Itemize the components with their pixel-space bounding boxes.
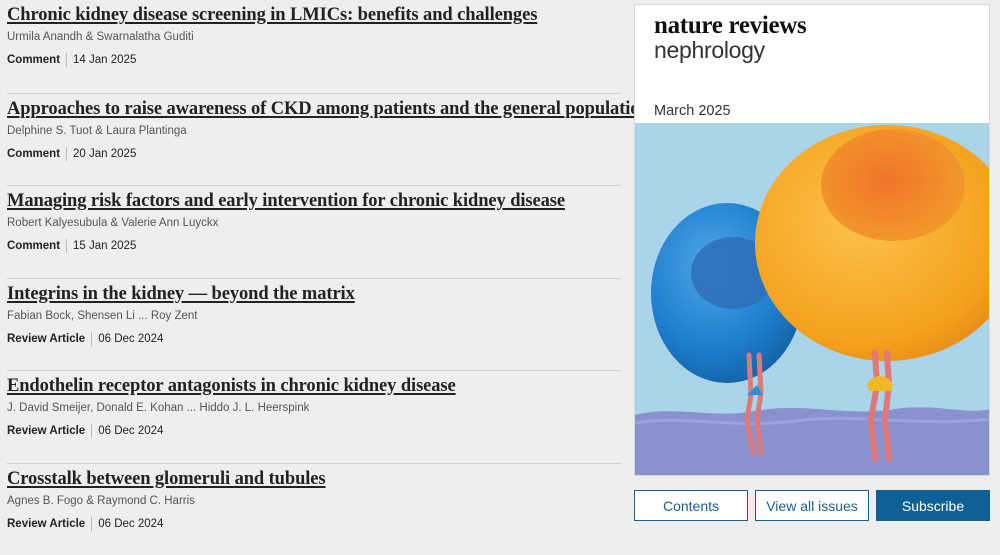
list-item: Integrins in the kidney — beyond the mat… (7, 278, 621, 371)
article-type: Comment (7, 54, 60, 66)
article-date: 20 Jan 2025 (73, 148, 136, 160)
meta-divider (91, 517, 92, 531)
list-item: Chronic kidney disease screening in LMIC… (7, 0, 621, 93)
article-title-link[interactable]: Endothelin receptor antagonists in chron… (7, 376, 456, 397)
article-authors: J. David Smeijer, Donald E. Kohan ... Hi… (7, 402, 309, 414)
meta-divider (91, 332, 92, 346)
article-date: 14 Jan 2025 (73, 54, 136, 66)
article-meta: Comment 15 Jan 2025 (7, 239, 136, 253)
article-authors: Fabian Bock, Shensen Li ... Roy Zent (7, 310, 198, 322)
article-date: 15 Jan 2025 (73, 240, 136, 252)
meta-divider (91, 424, 92, 438)
article-authors: Robert Kalyesubula & Valerie Ann Luyckx (7, 217, 218, 229)
article-meta: Comment 14 Jan 2025 (7, 53, 136, 67)
journal-brand: nature reviews (654, 12, 807, 40)
article-title-link[interactable]: Approaches to raise awareness of CKD amo… (7, 99, 650, 120)
article-date: 06 Dec 2024 (98, 333, 163, 345)
article-type: Comment (7, 240, 60, 252)
orange-nucleus (821, 129, 965, 241)
article-type: Review Article (7, 333, 85, 345)
list-item: Endothelin receptor antagonists in chron… (7, 370, 621, 463)
article-type: Review Article (7, 425, 85, 437)
cover-membrane (635, 407, 990, 476)
journal-name: nephrology (654, 37, 765, 64)
list-item: Managing risk factors and early interven… (7, 185, 621, 278)
cover-actions: Contents View all issues Subscribe (634, 490, 990, 521)
subscribe-button[interactable]: Subscribe (876, 490, 990, 521)
article-type: Comment (7, 148, 60, 160)
article-authors: Delphine S. Tuot & Laura Plantinga (7, 125, 187, 137)
article-title-link[interactable]: Crosstalk between glomeruli and tubules (7, 469, 326, 490)
article-authors: Urmila Anandh & Swarnalatha Guditi (7, 31, 194, 43)
article-authors: Agnes B. Fogo & Raymond C. Harris (7, 495, 195, 507)
view-all-issues-button[interactable]: View all issues (755, 490, 869, 521)
article-title-link[interactable]: Chronic kidney disease screening in LMIC… (7, 5, 537, 26)
meta-divider (66, 53, 67, 67)
meta-divider (66, 239, 67, 253)
article-type: Review Article (7, 518, 85, 530)
journal-cover[interactable]: nature reviews nephrology March 2025 (634, 4, 990, 476)
article-meta: Review Article 06 Dec 2024 (7, 424, 163, 438)
meta-divider (66, 147, 67, 161)
article-date: 06 Dec 2024 (98, 518, 163, 530)
article-meta: Review Article 06 Dec 2024 (7, 517, 163, 531)
article-meta: Review Article 06 Dec 2024 (7, 332, 163, 346)
issue-date: March 2025 (654, 103, 731, 119)
article-list: Chronic kidney disease screening in LMIC… (7, 0, 621, 555)
cover-illustration (635, 123, 990, 476)
list-item: Approaches to raise awareness of CKD amo… (7, 93, 621, 186)
article-date: 06 Dec 2024 (98, 425, 163, 437)
article-title-link[interactable]: Integrins in the kidney — beyond the mat… (7, 284, 355, 305)
article-title-link[interactable]: Managing risk factors and early interven… (7, 191, 565, 212)
list-item: Crosstalk between glomeruli and tubules … (7, 463, 621, 555)
contents-button[interactable]: Contents (634, 490, 748, 521)
article-meta: Comment 20 Jan 2025 (7, 147, 136, 161)
